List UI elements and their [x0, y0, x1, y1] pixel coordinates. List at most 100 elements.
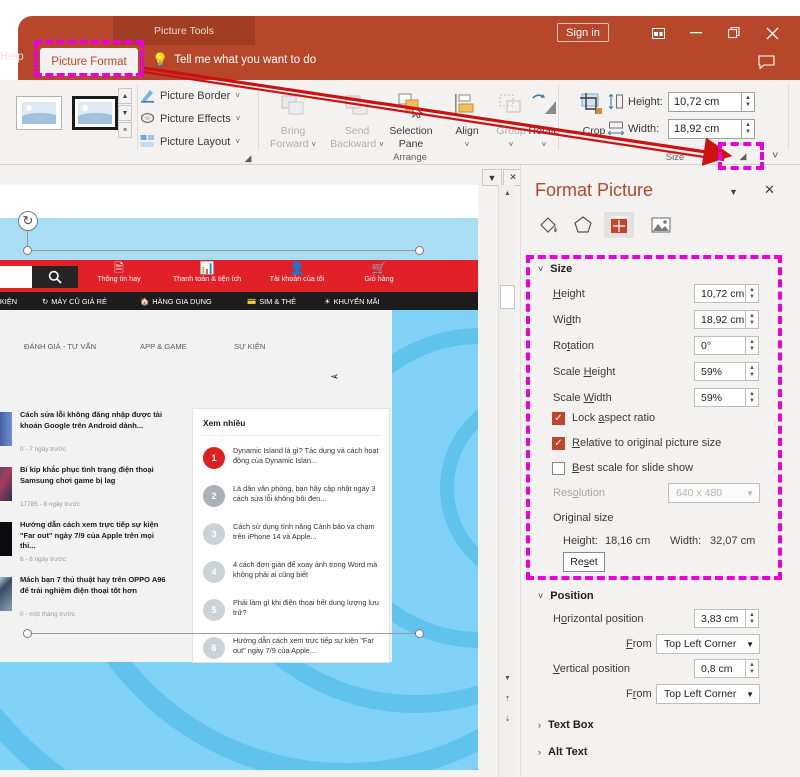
next-slide-icon[interactable]: ⇣ — [499, 710, 516, 727]
header-link-gio-hang[interactable]: 🛒 Giỏ hàng — [342, 262, 416, 283]
gallery-scroll-up-icon[interactable]: ▲ — [118, 88, 132, 104]
scroll-up-icon[interactable]: ▲ — [499, 185, 516, 202]
tab-help[interactable]: Help — [0, 51, 24, 63]
header-link-thanh-toan[interactable]: 📊 Thanh toán & tiện ích — [170, 262, 244, 283]
category-link-hang-gia-dung[interactable]: 🏠 HÀNG GIA DỤNG — [140, 297, 212, 306]
rotation-spinner[interactable]: ▲ ▼ — [746, 336, 759, 355]
format-tab-picture[interactable] — [646, 212, 676, 238]
list-item[interactable]: 4 4 cách đơn giản để xoay ảnh trong Word… — [203, 559, 383, 595]
vertical-scrollbar[interactable]: ▲ ▼ ⇡ ⇣ — [498, 185, 515, 777]
header-link-thong-tin-hay[interactable]: 🖹 Thông tin hay — [82, 262, 156, 283]
best-scale-checkbox[interactable] — [552, 462, 565, 475]
picture-border-button[interactable]: Picture Border ˅ — [140, 88, 240, 103]
list-item[interactable]: 1 Dynamic Island là gì? Tác dụng và cách… — [203, 445, 383, 481]
category-link-khuyen-mai[interactable]: ☀ KHUYẾN MÃI — [324, 297, 380, 306]
format-tab-size-properties[interactable] — [604, 212, 634, 238]
category-link-phu-kien[interactable]: 🎧 PHỤ KIỆN — [0, 297, 17, 306]
ribbon-width-spinner[interactable]: ▲ ▼ — [742, 119, 755, 139]
pane-options-icon[interactable]: ▼ — [482, 169, 502, 186]
position-section-header[interactable]: ˅ Position — [538, 590, 594, 602]
relative-original-size-checkbox[interactable]: ✓ — [552, 437, 565, 450]
horizontal-position-spinner[interactable]: ▲ ▼ — [746, 609, 759, 628]
chevron-down-icon[interactable]: ˅ — [542, 140, 547, 149]
collapse-ribbon-icon[interactable]: ˅ — [772, 150, 778, 162]
rotate-handle-icon[interactable]: ↻ — [18, 211, 38, 231]
inserted-picture-object[interactable]: 🖹 Thông tin hay 📊 Thanh toán & tiện ích … — [0, 218, 478, 770]
size-section-header[interactable]: ˅ Size — [538, 263, 572, 275]
previous-slide-icon[interactable]: ⇡ — [499, 690, 516, 707]
vertical-position-spinner[interactable]: ▲ ▼ — [746, 659, 759, 678]
textbox-section-header[interactable]: › Text Box — [538, 719, 594, 731]
list-item[interactable]: 3 Cách sử dụng tính năng Cảnh báo va chạ… — [203, 521, 383, 557]
sign-in-button[interactable]: Sign in — [557, 23, 609, 42]
selection-handle-bottom-right[interactable] — [415, 629, 424, 638]
nav-item-danh-gia[interactable]: ĐÁNH GIÁ - TƯ VẤN — [24, 342, 96, 351]
reset-button[interactable]: Reset — [563, 552, 605, 572]
send-backward-button[interactable]: Send Backward ˅ — [326, 92, 388, 151]
header-link-tai-khoan[interactable]: 👤 Tài khoản của tôi — [260, 262, 334, 283]
selection-handle-top-right[interactable] — [415, 246, 424, 255]
list-item[interactable]: Mách bạn 7 thủ thuật hay trên OPPO A96 đ… — [0, 575, 166, 625]
category-link-may-cu[interactable]: ↻ MÁY CŨ GIÁ RẺ — [42, 297, 107, 306]
size-dialog-launcher-icon[interactable]: ◢ — [737, 150, 749, 162]
chevron-down-icon[interactable]: ˅ — [235, 137, 240, 146]
nav-item-app-game[interactable]: APP & GAME — [140, 342, 187, 351]
scale-width-input[interactable]: 59% — [694, 388, 746, 407]
ribbon-width-input[interactable]: 18,92 cm — [668, 119, 742, 139]
tab-picture-format[interactable]: Picture Format — [40, 48, 138, 76]
search-input[interactable] — [0, 266, 32, 288]
chevron-down-icon[interactable]: ˅ — [465, 140, 470, 149]
format-pane-close-icon[interactable]: ✕ — [764, 182, 775, 198]
from-dropdown-horizontal[interactable]: Top Left Corner ▼ — [656, 634, 760, 654]
bring-forward-button[interactable]: Bring Forward ˅ — [262, 92, 324, 151]
alttext-section-header[interactable]: › Alt Text — [538, 746, 588, 758]
minimize-icon[interactable] — [678, 20, 714, 46]
chevron-down-icon[interactable]: ˅ — [311, 140, 316, 149]
scale-height-input[interactable]: 59% — [694, 362, 746, 381]
list-item[interactable]: 6 Hướng dẫn cách xem trực tiếp sự kiện "… — [203, 635, 383, 671]
picture-styles-dialog-launcher-icon[interactable]: ◢ — [242, 152, 254, 164]
width-input[interactable]: 18,92 cm — [694, 310, 746, 329]
chevron-down-icon[interactable]: ▼ — [729, 187, 738, 197]
from-dropdown-vertical[interactable]: Top Left Corner ▼ — [656, 684, 760, 704]
gallery-scroll-down-icon[interactable]: ▼ — [118, 105, 132, 121]
height-input[interactable]: 10,72 cm — [694, 284, 746, 303]
scale-width-spinner[interactable]: ▲ ▼ — [746, 388, 759, 407]
rotation-input[interactable]: 0° — [694, 336, 746, 355]
chevron-down-icon[interactable]: ˅ — [235, 91, 240, 100]
picture-style-framed-thumbnail-icon[interactable] — [72, 96, 118, 130]
horizontal-position-input[interactable]: 3,83 cm — [694, 609, 746, 628]
ribbon-display-options-icon[interactable] — [640, 20, 676, 46]
restore-icon[interactable] — [716, 20, 752, 46]
picture-layout-button[interactable]: Picture Layout ˅ — [140, 134, 240, 149]
ribbon-height-spinner[interactable]: ▲ ▼ — [742, 92, 755, 112]
height-spinner[interactable]: ▲ ▼ — [746, 284, 759, 303]
search-icon[interactable] — [32, 266, 78, 288]
scrollbar-thumb[interactable] — [500, 285, 515, 309]
list-item[interactable]: Cách sửa lỗi không đăng nhập được tài kh… — [0, 410, 166, 460]
lock-aspect-ratio-checkbox[interactable]: ✓ — [552, 412, 565, 425]
slide-canvas[interactable]: 🖹 Thông tin hay 📊 Thanh toán & tiện ích … — [0, 185, 478, 770]
vertical-position-input[interactable]: 0,8 cm — [694, 659, 746, 678]
list-item[interactable]: 5 Phải làm gì khi điện thoại hết dung lư… — [203, 597, 383, 633]
tell-me-search[interactable]: 💡 Tell me what you want to do — [152, 52, 316, 68]
format-tab-fill-line[interactable] — [534, 212, 564, 238]
list-item[interactable]: Hướng dẫn cách xem trực tiếp sự kiện "Fa… — [0, 520, 166, 570]
ribbon-height-input[interactable]: 10,72 cm — [668, 92, 742, 112]
list-item[interactable]: 2 Là dân văn phòng, bạn hãy cập nhật nga… — [203, 483, 383, 519]
close-icon[interactable] — [754, 20, 790, 46]
picture-style-thumbnail-icon[interactable] — [16, 96, 62, 130]
nav-item-su-kien[interactable]: SỰ KIỆN — [234, 342, 265, 351]
gallery-more-icon[interactable]: ≡ — [118, 122, 132, 138]
scale-height-spinner[interactable]: ▲ ▼ — [746, 362, 759, 381]
format-tab-effects[interactable] — [568, 212, 598, 238]
chevron-down-icon[interactable]: ˅ — [236, 114, 241, 123]
picture-effects-button[interactable]: Picture Effects ˅ — [140, 111, 240, 126]
selection-pane-button[interactable]: Selection Pane — [380, 92, 442, 150]
category-link-sim-the[interactable]: 💳 SIM & THẺ — [247, 297, 296, 306]
list-item[interactable]: Bí kíp khắc phục tình trạng điện thoại S… — [0, 465, 166, 515]
selection-handle-bottom-left[interactable] — [23, 629, 32, 638]
resolution-dropdown[interactable]: 640 x 480 ▼ — [668, 483, 760, 503]
width-spinner[interactable]: ▲ ▼ — [746, 310, 759, 329]
scroll-down-icon[interactable]: ▼ — [499, 670, 516, 687]
